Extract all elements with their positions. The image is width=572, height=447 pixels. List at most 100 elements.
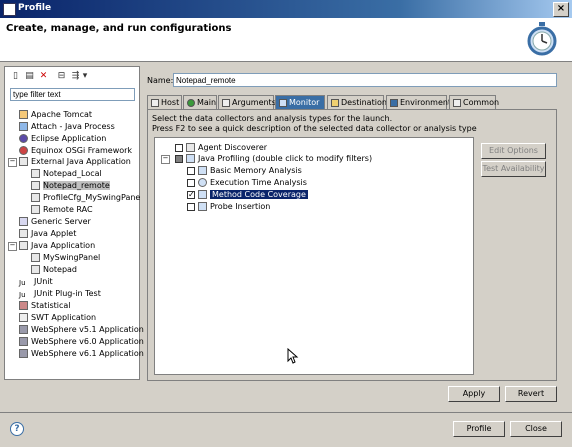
tab-destination[interactable]: Destination (327, 95, 387, 109)
junit-icon: Ju (19, 291, 26, 299)
config-icon (31, 205, 40, 214)
expand-toggle-icon[interactable]: − (8, 158, 17, 167)
filter-input[interactable] (10, 88, 135, 101)
memory-icon (198, 166, 207, 175)
config-icon (31, 253, 40, 262)
agent-icon (186, 143, 195, 152)
expand-toggle-icon[interactable]: − (8, 242, 17, 251)
duplicate-icon[interactable]: ▤ (23, 70, 36, 83)
tab-host[interactable]: Host (147, 95, 182, 109)
websphere-icon (19, 325, 28, 334)
help-icon[interactable]: ? (10, 422, 24, 436)
config-icon (31, 181, 40, 190)
tree-item-profilecfg-myswingpanel[interactable]: ProfileCfg_MySwingPane (31, 192, 140, 204)
collector-java-profiling[interactable]: Java Profiling (double click to modify f… (175, 153, 372, 164)
attach-icon (19, 122, 28, 131)
close-icon[interactable]: × (553, 2, 569, 17)
coverage-icon (198, 190, 207, 199)
checkbox[interactable] (175, 143, 183, 152)
environment-icon (390, 98, 398, 107)
monitor-description-1: Select the data collectors and analysis … (152, 114, 393, 123)
delete-icon[interactable]: ✕ (37, 70, 50, 83)
data-collector-tree: Agent Discoverer − Java Profiling (doubl… (154, 137, 474, 375)
checkbox-checked[interactable]: ✓ (187, 190, 195, 199)
checkbox[interactable] (175, 154, 183, 163)
expand-toggle-icon[interactable]: − (161, 155, 170, 164)
clock-icon (198, 178, 207, 187)
stopwatch-icon (527, 22, 557, 56)
test-availability-button[interactable]: Test Availability (481, 161, 546, 177)
dialog-header: Create, manage, and run configurations (0, 18, 572, 62)
tree-item-junit[interactable]: Ju JUnit (19, 276, 53, 288)
tree-item-myswingpanel[interactable]: MySwingPanel (31, 252, 100, 264)
name-label: Name: (147, 76, 174, 85)
chevron-down-icon[interactable]: ▾ (81, 70, 89, 83)
window-title: Profile (18, 3, 52, 13)
name-input[interactable] (173, 73, 557, 87)
monitor-icon (279, 98, 287, 107)
tab-bar: Host Main Arguments Monitor Destination … (147, 95, 557, 109)
collapse-all-icon[interactable]: ⊟ (55, 70, 68, 83)
tree-item-statistical[interactable]: Statistical (19, 300, 71, 312)
tree-item-swt-application[interactable]: SWT Application (19, 312, 96, 324)
tree-item-java-application[interactable]: Java Application (19, 240, 95, 252)
junit-icon: Ju (19, 279, 26, 287)
tree-item-notepad-remote[interactable]: Notepad_remote (31, 180, 110, 192)
monitor-description-2: Press F2 to see a quick description of t… (152, 124, 477, 133)
main-icon (187, 98, 195, 107)
tree-item-notepad-local[interactable]: Notepad_Local (31, 168, 102, 180)
profile-button[interactable]: Profile (453, 421, 505, 437)
osgi-icon (19, 146, 28, 155)
websphere-icon (19, 349, 28, 358)
arguments-icon (222, 98, 230, 107)
tab-monitor[interactable]: Monitor (275, 95, 325, 109)
tab-arguments[interactable]: Arguments (218, 95, 276, 109)
mouse-cursor-icon (287, 348, 299, 364)
header-title: Create, manage, and run configurations (6, 23, 232, 34)
statistical-icon (19, 301, 28, 310)
analysis-basic-memory[interactable]: Basic Memory Analysis (187, 165, 302, 176)
tree-item-apache-tomcat[interactable]: Apache Tomcat (19, 109, 92, 121)
close-button[interactable]: Close (510, 421, 562, 437)
checkbox[interactable] (187, 202, 195, 211)
tree-item-websphere-60[interactable]: WebSphere v6.0 Application (19, 336, 144, 348)
tree-item-remote-rac[interactable]: Remote RAC (31, 204, 93, 216)
analysis-method-code-coverage[interactable]: ✓ Method Code Coverage (187, 189, 308, 200)
checkbox[interactable] (187, 166, 195, 175)
new-config-icon[interactable]: ▯ (9, 70, 22, 83)
checkbox[interactable] (187, 178, 195, 187)
tab-environment[interactable]: Environment (386, 95, 451, 109)
server-icon (19, 217, 28, 226)
analysis-execution-time[interactable]: Execution Time Analysis (187, 177, 307, 188)
websphere-icon (19, 337, 28, 346)
config-icon (31, 265, 40, 274)
title-bar: Profile × (0, 0, 572, 18)
tree-item-external-java-application[interactable]: External Java Application (19, 156, 131, 168)
tree-item-java-applet[interactable]: Java Applet (19, 228, 76, 240)
edit-options-button[interactable]: Edit Options (481, 143, 546, 159)
tree-item-attach-java-process[interactable]: Attach - Java Process (19, 121, 115, 133)
tab-common[interactable]: Common (449, 95, 499, 109)
apply-button[interactable]: Apply (448, 386, 500, 402)
swt-icon (19, 313, 28, 322)
eclipse-icon (19, 134, 28, 143)
tree-item-websphere-61[interactable]: WebSphere v6.1 Application (19, 348, 144, 360)
analysis-probe-insertion[interactable]: Probe Insertion (187, 201, 270, 212)
tomcat-icon (19, 110, 28, 119)
tree-item-generic-server[interactable]: Generic Server (19, 216, 91, 228)
config-icon (31, 193, 40, 202)
host-icon (151, 98, 159, 107)
java-app-icon (19, 157, 28, 166)
profile-icon (3, 3, 16, 16)
collector-agent-discoverer[interactable]: Agent Discoverer (175, 142, 267, 153)
folder-icon (331, 98, 339, 107)
probe-icon (198, 202, 207, 211)
tree-item-eclipse-application[interactable]: Eclipse Application (19, 133, 106, 145)
java-app-icon (19, 241, 28, 250)
configuration-tree-panel: ▯ ▤ ✕ ⊟ ⇶ ▾ Apache Tomcat Attach - Java … (4, 66, 144, 380)
tab-main[interactable]: Main (183, 95, 217, 109)
tree-item-websphere-51[interactable]: WebSphere v5.1 Application (19, 324, 144, 336)
tree-item-notepad[interactable]: Notepad (31, 264, 77, 276)
tree-item-junit-plugin-test[interactable]: Ju JUnit Plug-in Test (19, 288, 101, 300)
revert-button[interactable]: Revert (505, 386, 557, 402)
